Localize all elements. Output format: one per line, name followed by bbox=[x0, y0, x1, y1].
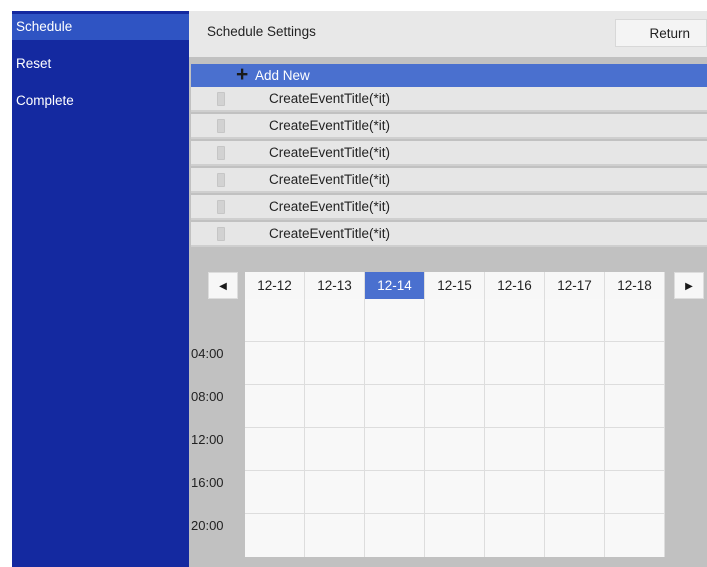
event-row[interactable]: CreateEventTitle(*it) bbox=[191, 222, 707, 247]
event-title: CreateEventTitle(*it) bbox=[269, 172, 391, 187]
event-title: CreateEventTitle(*it) bbox=[269, 226, 391, 241]
event-title: CreateEventTitle(*it) bbox=[269, 118, 391, 133]
time-label: 20:00 bbox=[191, 518, 224, 533]
grid-line bbox=[245, 341, 665, 342]
event-title: CreateEventTitle(*it) bbox=[269, 145, 391, 160]
event-row[interactable]: CreateEventTitle(*it) bbox=[191, 168, 707, 193]
time-label: 04:00 bbox=[191, 346, 224, 361]
sidebar-item-schedule[interactable]: Schedule bbox=[12, 14, 189, 40]
grid-line bbox=[484, 299, 485, 557]
main-panel: Schedule Settings Return + Add New Creat… bbox=[189, 11, 707, 567]
return-button[interactable]: Return bbox=[615, 19, 707, 47]
add-new-row[interactable]: + Add New bbox=[191, 63, 707, 87]
event-row[interactable]: CreateEventTitle(*it) bbox=[191, 195, 707, 220]
date-header[interactable]: 12-12 bbox=[245, 272, 305, 299]
event-checkbox[interactable] bbox=[217, 146, 225, 160]
event-title: CreateEventTitle(*it) bbox=[269, 199, 391, 214]
sidebar-item-complete[interactable]: Complete bbox=[12, 88, 189, 114]
grid-line bbox=[304, 299, 305, 557]
grid-line bbox=[664, 299, 665, 557]
date-header[interactable]: 12-18 bbox=[605, 272, 665, 299]
header-bar: Schedule Settings Return bbox=[189, 11, 707, 57]
add-new-label: Add New bbox=[255, 68, 310, 83]
event-row[interactable]: CreateEventTitle(*it) bbox=[191, 141, 707, 166]
event-checkbox[interactable] bbox=[217, 200, 225, 214]
next-week-button[interactable]: ▶ bbox=[674, 272, 704, 299]
sidebar: Schedule Reset Complete bbox=[12, 11, 189, 567]
grid-line bbox=[604, 299, 605, 557]
date-header[interactable]: 12-17 bbox=[545, 272, 605, 299]
date-header-selected[interactable]: 12-14 bbox=[365, 272, 425, 299]
sidebar-item-reset[interactable]: Reset bbox=[12, 51, 189, 77]
event-checkbox[interactable] bbox=[217, 173, 225, 187]
date-header[interactable]: 12-15 bbox=[425, 272, 485, 299]
schedule-window: Schedule Reset Complete Schedule Setting… bbox=[12, 11, 707, 567]
date-header[interactable]: 12-13 bbox=[305, 272, 365, 299]
grid-line bbox=[245, 384, 665, 385]
date-header[interactable]: 12-16 bbox=[485, 272, 545, 299]
event-row[interactable]: CreateEventTitle(*it) bbox=[191, 87, 707, 112]
grid-line bbox=[245, 513, 665, 514]
prev-week-button[interactable]: ◀ bbox=[208, 272, 238, 299]
time-label: 08:00 bbox=[191, 389, 224, 404]
event-checkbox[interactable] bbox=[217, 119, 225, 133]
grid-line bbox=[424, 299, 425, 557]
grid-line bbox=[544, 299, 545, 557]
time-label: 12:00 bbox=[191, 432, 224, 447]
grid-line bbox=[364, 299, 365, 557]
plus-icon: + bbox=[236, 63, 249, 86]
calendar-grid[interactable] bbox=[245, 299, 665, 557]
event-checkbox[interactable] bbox=[217, 92, 225, 106]
event-row[interactable]: CreateEventTitle(*it) bbox=[191, 114, 707, 139]
grid-line bbox=[245, 427, 665, 428]
event-checkbox[interactable] bbox=[217, 227, 225, 241]
triangle-right-icon: ▶ bbox=[685, 281, 693, 292]
triangle-left-icon: ◀ bbox=[219, 281, 227, 292]
page-title: Schedule Settings bbox=[207, 24, 316, 39]
time-label: 16:00 bbox=[191, 475, 224, 490]
event-title: CreateEventTitle(*it) bbox=[269, 91, 391, 106]
grid-line bbox=[245, 470, 665, 471]
